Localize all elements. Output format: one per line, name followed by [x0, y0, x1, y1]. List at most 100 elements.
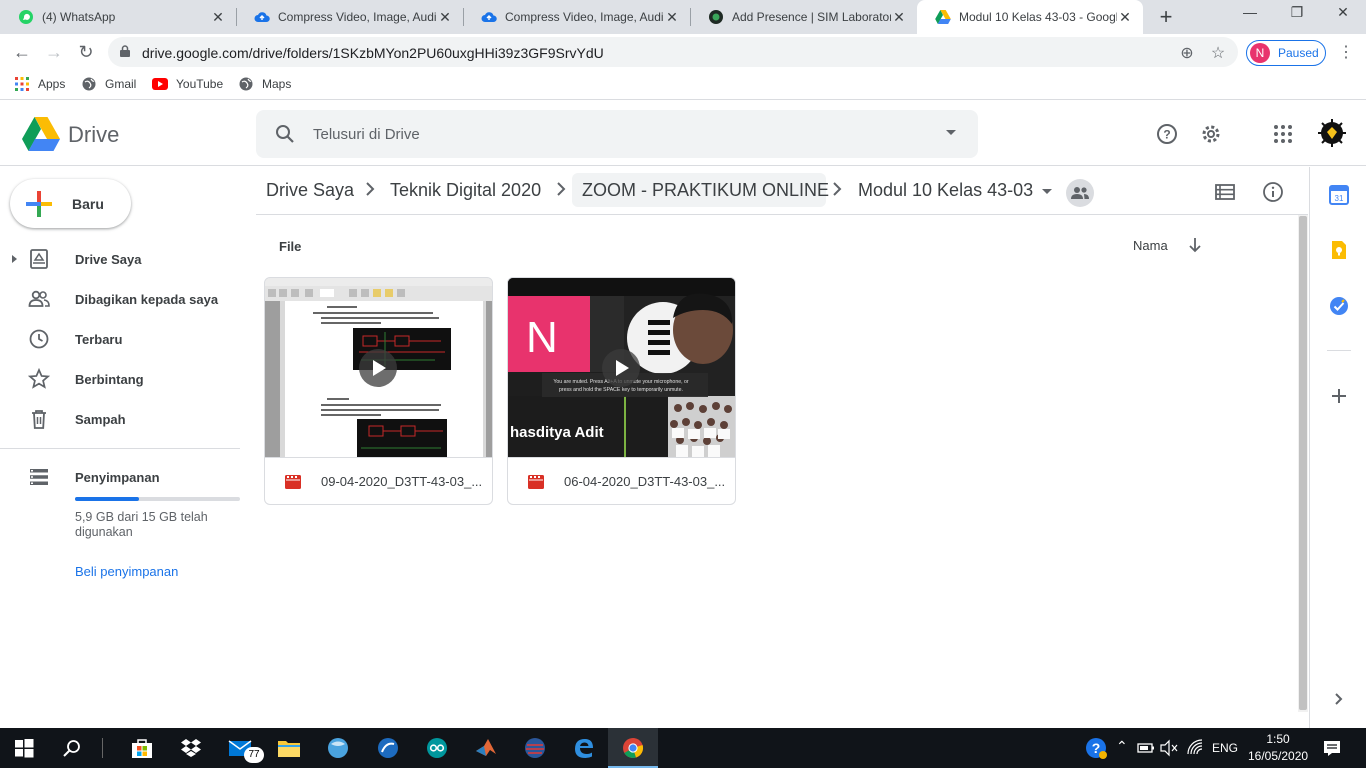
tasks-icon[interactable]: [1329, 296, 1349, 316]
tab-compress-2[interactable]: Compress Video, Image, Audio ✕: [463, 0, 690, 34]
store-icon[interactable]: [130, 736, 154, 760]
apps-grid-icon[interactable]: [1272, 123, 1294, 145]
app-icon[interactable]: [523, 736, 547, 760]
help-icon[interactable]: ?: [1156, 123, 1178, 145]
list-view-icon[interactable]: [1214, 181, 1236, 203]
wifi-icon[interactable]: [1186, 736, 1206, 760]
sort-direction-icon[interactable]: [1188, 237, 1202, 253]
new-tab-button[interactable]: +: [1154, 4, 1178, 30]
close-tab-icon[interactable]: ✕: [891, 9, 907, 26]
search-icon[interactable]: [60, 736, 84, 760]
edge-icon[interactable]: [572, 736, 596, 760]
file-explorer-icon[interactable]: [277, 736, 301, 760]
battery-icon[interactable]: [1137, 736, 1155, 760]
chevron-right-icon[interactable]: [1329, 689, 1349, 709]
dropbox-icon[interactable]: [179, 736, 203, 760]
browser-menu-icon[interactable]: ⋮: [1338, 42, 1354, 62]
file-card[interactable]: 09-04-2020_D3TT-43-03_...: [264, 277, 493, 505]
play-icon[interactable]: [602, 349, 640, 387]
clock-time[interactable]: 1:50: [1265, 732, 1291, 746]
video-thumbnail[interactable]: You are muted. Press Alt+A to unmute you…: [508, 278, 735, 457]
tab-sim-lab[interactable]: Add Presence | SIM Laboratorium ✕: [690, 0, 917, 34]
file-card-footer[interactable]: 09-04-2020_D3TT-43-03_...: [265, 457, 492, 504]
search-input[interactable]: Telusuri di Drive: [256, 110, 978, 158]
taskbar: 77 ? ⌃ ENG 1:50 16/05/2020: [0, 728, 1366, 768]
windows-start-icon[interactable]: [12, 736, 36, 760]
drive-logo-icon[interactable]: [22, 117, 60, 151]
forward-icon[interactable]: →: [43, 41, 65, 63]
restore-icon[interactable]: ❐: [1287, 4, 1307, 21]
play-icon[interactable]: [359, 349, 397, 387]
plus-icon: [26, 190, 52, 217]
keep-icon[interactable]: [1329, 240, 1349, 260]
bookmark-maps[interactable]: Maps: [238, 76, 291, 92]
video-thumbnail[interactable]: [265, 278, 492, 457]
close-tab-icon[interactable]: ✕: [664, 9, 680, 26]
minimize-icon[interactable]: —: [1240, 4, 1260, 20]
gear-icon[interactable]: [1200, 123, 1222, 145]
breadcrumb-item[interactable]: Teknik Digital 2020: [390, 180, 541, 201]
arduino-icon[interactable]: [425, 736, 449, 760]
drive-brand[interactable]: Drive: [68, 122, 119, 148]
app-icon[interactable]: [376, 736, 400, 760]
search-options-icon[interactable]: [946, 130, 956, 135]
language-indicator[interactable]: ENG: [1212, 741, 1238, 755]
file-card[interactable]: You are muted. Press Alt+A to unmute you…: [507, 277, 736, 505]
notifications-icon[interactable]: [1322, 736, 1342, 760]
reload-icon[interactable]: ↻: [75, 41, 97, 63]
cloud-upload-icon: [481, 9, 497, 25]
side-panel-divider: [1327, 350, 1351, 351]
scrollbar-thumb[interactable]: [1299, 216, 1307, 710]
folder-menu-caret-icon[interactable]: [1042, 189, 1052, 194]
back-icon[interactable]: ←: [11, 41, 33, 63]
tab-whatsapp[interactable]: (4) WhatsApp ✕: [0, 0, 236, 34]
calendar-icon[interactable]: 31: [1329, 185, 1349, 205]
sidebar-item-trash[interactable]: Sampah: [0, 403, 240, 435]
sidebar-item-label: Berbintang: [75, 371, 144, 387]
clock-icon: [29, 329, 49, 349]
app-icon[interactable]: [326, 736, 350, 760]
shared-folder-icon[interactable]: [1066, 179, 1094, 207]
profile-chip[interactable]: N Paused: [1246, 40, 1326, 66]
speaker-muted-icon[interactable]: [1160, 736, 1178, 760]
chrome-icon[interactable]: [621, 736, 645, 760]
sidebar-item-my-drive[interactable]: Drive Saya: [0, 243, 240, 275]
close-tab-icon[interactable]: ✕: [1117, 9, 1133, 26]
clock-date[interactable]: 16/05/2020: [1248, 749, 1308, 763]
bookmark-apps[interactable]: Apps: [14, 76, 65, 92]
buy-storage-link[interactable]: Beli penyimpanan: [75, 564, 178, 579]
sidebar-item-recent[interactable]: Terbaru: [0, 323, 240, 355]
tray-expand-icon[interactable]: ⌃: [1116, 738, 1128, 755]
matlab-icon[interactable]: [474, 736, 498, 760]
bookmark-youtube[interactable]: YouTube: [152, 76, 223, 92]
sort-label[interactable]: Nama: [1133, 238, 1168, 253]
add-circle-icon[interactable]: ⊕: [1178, 43, 1196, 63]
account-avatar[interactable]: [1317, 118, 1347, 148]
new-button-label: Baru: [72, 195, 104, 212]
bookmark-gmail[interactable]: Gmail: [81, 76, 136, 92]
breadcrumb-item[interactable]: Drive Saya: [266, 180, 354, 201]
file-card-footer[interactable]: 06-04-2020_D3TT-43-03_...: [508, 457, 735, 504]
sidebar-item-shared[interactable]: Dibagikan kepada saya: [0, 283, 240, 315]
url-text: drive.google.com/drive/folders/1SKzbMYon…: [142, 45, 604, 61]
close-tab-icon[interactable]: ✕: [437, 9, 453, 26]
file-name: 09-04-2020_D3TT-43-03_...: [321, 474, 483, 489]
sidebar-item-starred[interactable]: Berbintang: [0, 363, 240, 395]
participant-name: hasditya Adit: [510, 424, 604, 441]
expand-arrow-icon[interactable]: [12, 255, 17, 263]
help-tray-icon[interactable]: ?: [1084, 736, 1108, 760]
chevron-right-icon: [557, 182, 566, 196]
address-bar[interactable]: drive.google.com/drive/folders/1SKzbMYon…: [108, 37, 1238, 67]
breadcrumb-item[interactable]: ZOOM - PRAKTIKUM ONLINE: [582, 180, 829, 201]
breadcrumb-current[interactable]: Modul 10 Kelas 43-03: [858, 180, 1033, 201]
info-icon[interactable]: [1262, 181, 1284, 203]
tab-compress-1[interactable]: Compress Video, Image, Audio ✕: [236, 0, 463, 34]
tab-drive[interactable]: Modul 10 Kelas 43-03 - Google Drive ✕: [917, 0, 1143, 34]
sidebar-item-storage[interactable]: Penyimpanan: [0, 461, 240, 493]
add-addon-icon[interactable]: [1329, 386, 1349, 406]
search-icon[interactable]: [274, 123, 296, 145]
close-window-icon[interactable]: ✕: [1333, 4, 1353, 21]
close-tab-icon[interactable]: ✕: [210, 9, 226, 26]
bookmark-star-icon[interactable]: ☆: [1209, 43, 1227, 63]
new-button[interactable]: Baru: [10, 179, 131, 228]
